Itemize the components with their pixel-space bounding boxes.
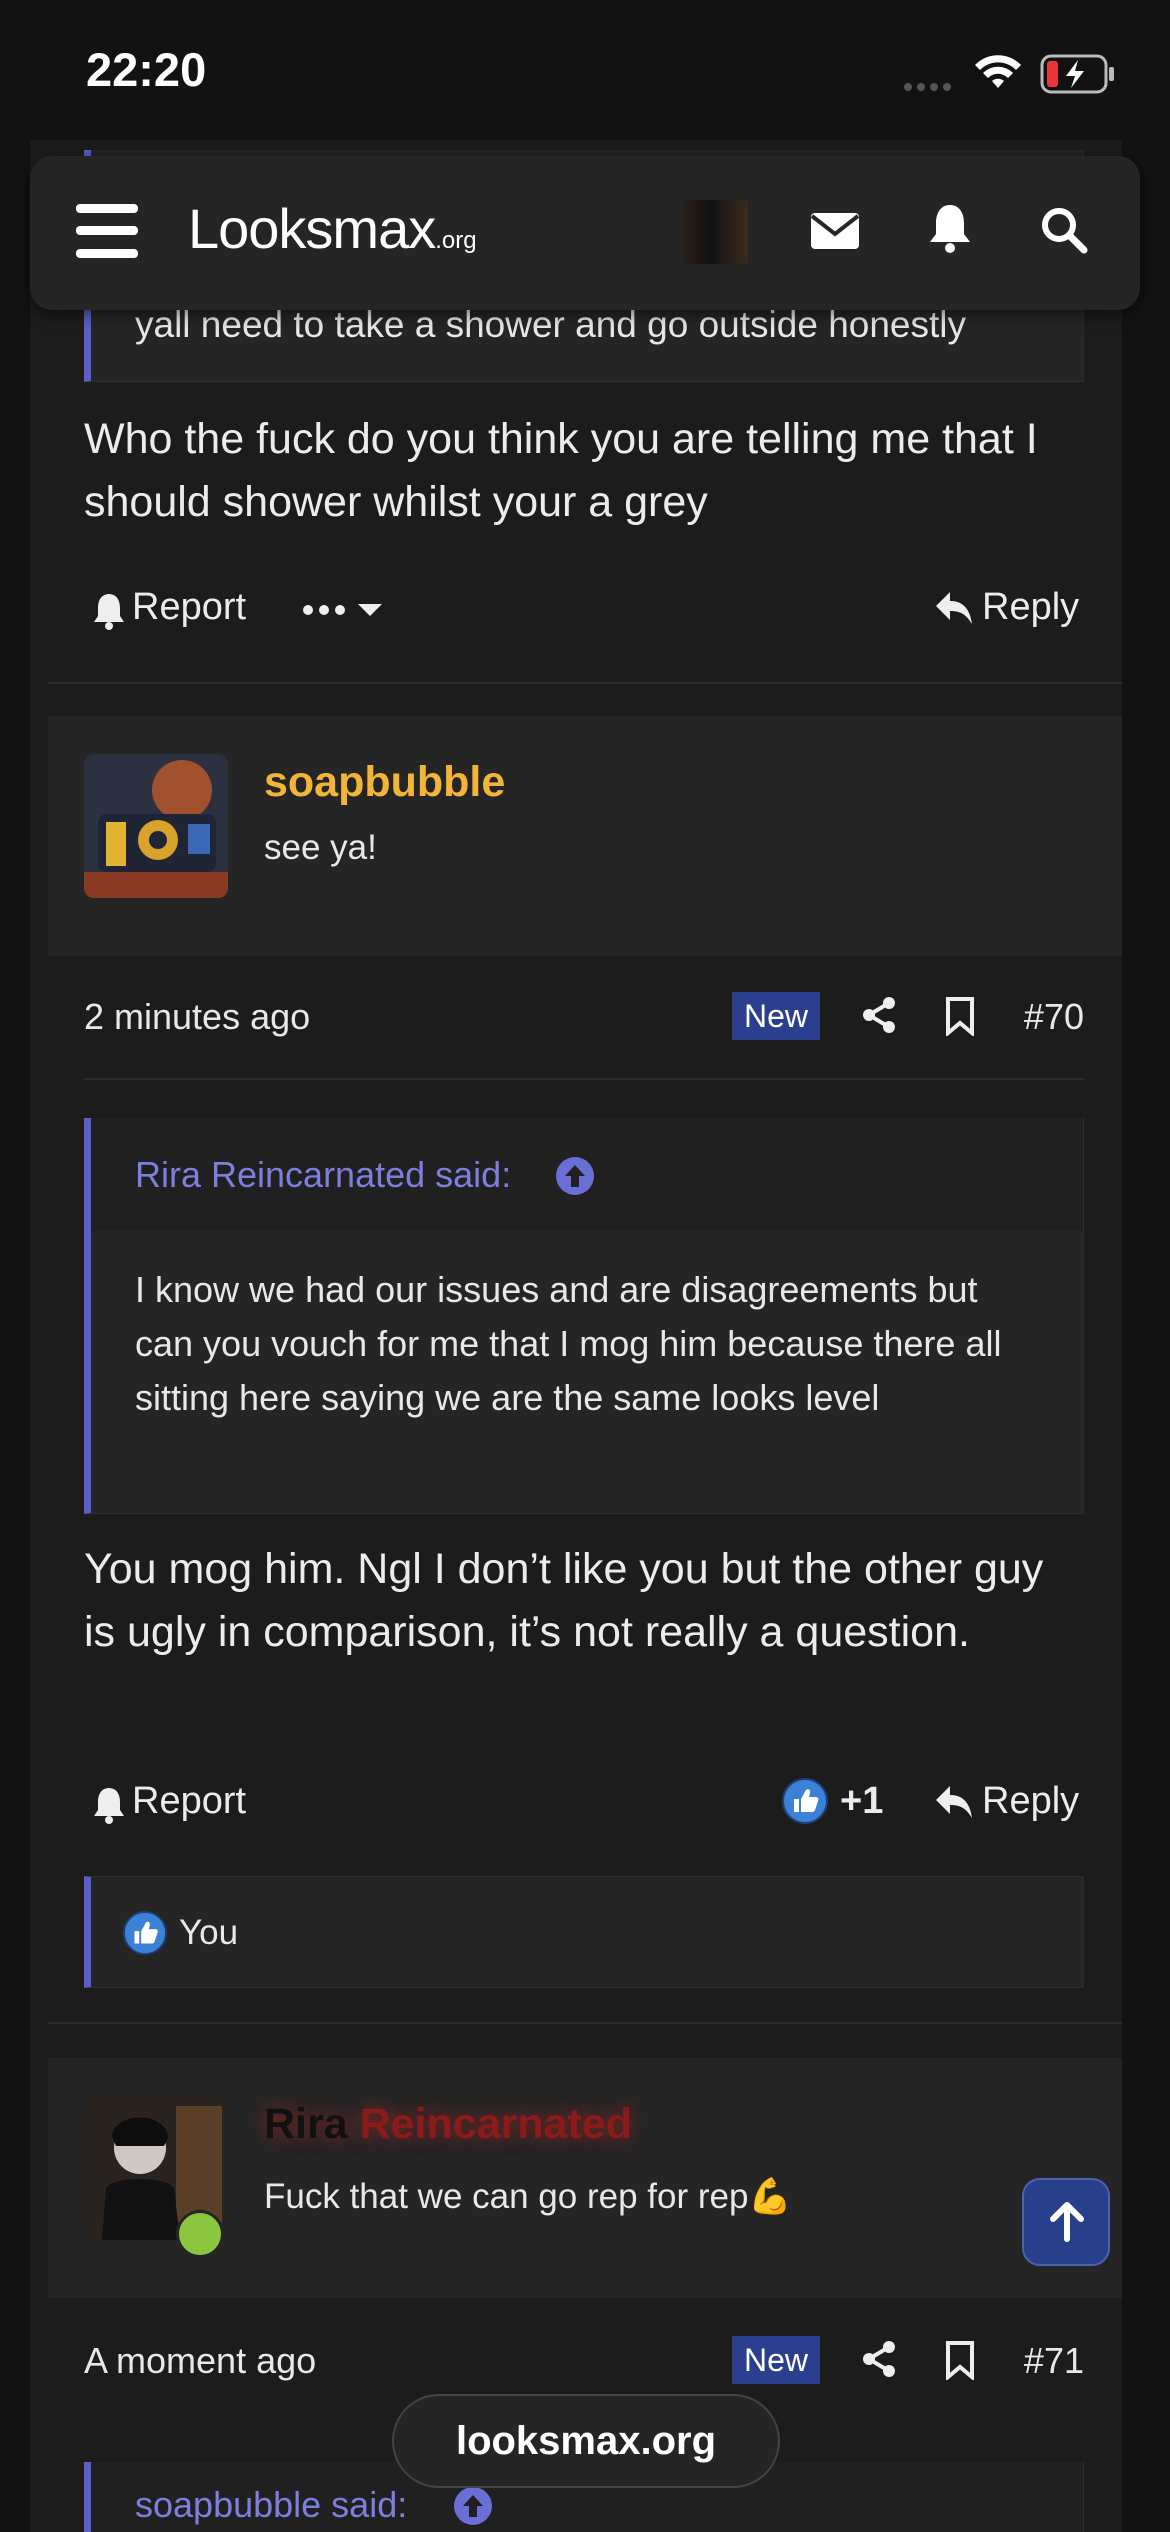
top-navbar: Looksmax.org xyxy=(30,156,1140,310)
user-title: see ya! xyxy=(264,828,377,867)
post-meta: 2 minutes ago New #70 xyxy=(84,990,1084,1050)
arrow-up-icon xyxy=(1050,2202,1084,2242)
post-actions: Report +1 Reply xyxy=(84,1772,1084,1832)
like-count[interactable]: +1 xyxy=(840,1780,883,1823)
cellular-signal-icon xyxy=(904,78,956,96)
post-number[interactable]: #71 xyxy=(1024,2340,1084,2382)
share-icon[interactable] xyxy=(862,996,896,1034)
post-time[interactable]: 2 minutes ago xyxy=(84,996,310,1038)
account-avatar[interactable] xyxy=(684,200,748,264)
reply-icon xyxy=(936,1786,972,1818)
username[interactable]: Rira Reincarnated xyxy=(264,2100,632,2149)
scroll-to-top-button[interactable] xyxy=(1022,2178,1110,2266)
site-logo[interactable]: Looksmax.org xyxy=(188,196,477,261)
reaction-user[interactable]: You xyxy=(179,1913,238,1953)
post-user-card: soapbubble see ya! xyxy=(48,716,1122,956)
reply-icon xyxy=(936,592,972,624)
like-icon xyxy=(123,1911,167,1955)
status-time: 22:20 xyxy=(86,43,207,96)
report-button[interactable]: Report xyxy=(132,1780,246,1823)
username-second: Reincarnated xyxy=(359,2100,633,2148)
bookmark-icon[interactable] xyxy=(944,996,976,1036)
bell-icon xyxy=(94,594,124,630)
battery-charging-icon xyxy=(1040,54,1114,94)
online-indicator xyxy=(176,2210,224,2258)
more-options-icon[interactable] xyxy=(302,600,386,620)
bookmark-icon[interactable] xyxy=(944,2340,976,2380)
post-body: Who the fuck do you think you are tellin… xyxy=(84,415,1038,526)
reactions-bar[interactable]: You xyxy=(84,1876,1084,1988)
report-button[interactable]: Report xyxy=(132,586,246,629)
reply-button[interactable]: Reply xyxy=(982,1780,1079,1823)
search-icon[interactable] xyxy=(1040,206,1088,254)
browser-url-bar[interactable]: looksmax.org xyxy=(392,2394,780,2488)
post-body: You mog him. Ngl I don’t like you but th… xyxy=(84,1545,1044,1656)
jump-to-quote-icon[interactable] xyxy=(453,2486,493,2526)
post-actions: Report Reply xyxy=(84,578,1084,638)
quote-header: Rira Reincarnated said: xyxy=(91,1118,1083,1231)
mail-icon[interactable] xyxy=(810,212,860,250)
avatar[interactable] xyxy=(84,754,228,898)
username-first: Rira xyxy=(264,2100,348,2148)
user-title: Fuck that we can go rep for rep💪 xyxy=(264,2177,792,2216)
post-divider xyxy=(48,2022,1122,2024)
post-number[interactable]: #70 xyxy=(1024,996,1084,1038)
post-user-card: Rira Reincarnated Fuck that we can go re… xyxy=(48,2058,1122,2298)
post-time[interactable]: A moment ago xyxy=(84,2340,316,2382)
menu-icon[interactable] xyxy=(76,204,138,258)
notifications-bell-icon[interactable] xyxy=(928,202,972,254)
share-icon[interactable] xyxy=(862,2340,896,2378)
card-pointer xyxy=(86,2262,158,2298)
new-badge: New xyxy=(732,2336,820,2384)
bell-icon xyxy=(94,1788,124,1824)
username[interactable]: soapbubble xyxy=(264,758,505,807)
meta-divider xyxy=(84,1078,1084,1080)
card-pointer xyxy=(86,920,158,956)
post-meta: A moment ago New #71 xyxy=(84,2334,1084,2394)
reply-button[interactable]: Reply xyxy=(982,586,1079,629)
quote-author[interactable]: Rira Reincarnated said: xyxy=(135,1154,511,1196)
status-bar: 22:20 xyxy=(0,0,1170,145)
quote-block: Rira Reincarnated said: I know we had ou… xyxy=(84,1118,1084,1514)
quote-author[interactable]: soapbubble said: xyxy=(135,2484,407,2526)
like-icon[interactable] xyxy=(782,1778,828,1824)
jump-to-quote-icon[interactable] xyxy=(555,1156,595,1196)
new-badge: New xyxy=(732,992,820,1040)
post-divider xyxy=(48,682,1122,684)
wifi-icon xyxy=(975,55,1021,88)
quote-text: I know we had our issues and are disagre… xyxy=(135,1269,1002,1418)
